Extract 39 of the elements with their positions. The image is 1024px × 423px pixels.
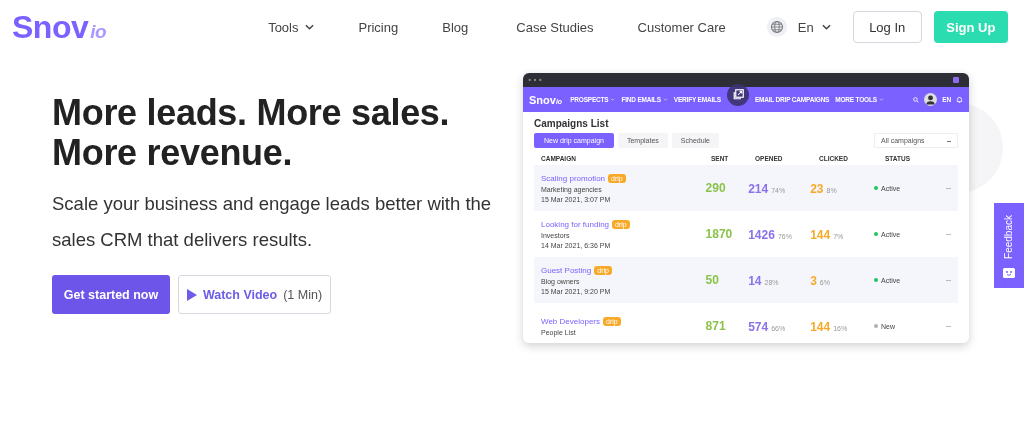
chevron-down-icon bbox=[821, 24, 831, 30]
opened-count: 14 bbox=[748, 274, 762, 288]
nav-link[interactable]: Tools bbox=[268, 19, 315, 35]
logo[interactable]: Snovio bbox=[12, 8, 107, 46]
login-button[interactable]: Log In bbox=[852, 11, 922, 43]
clicked-count: 144 bbox=[810, 320, 831, 334]
clicked-count: 23 bbox=[810, 182, 824, 196]
nav-link[interactable]: Blog bbox=[442, 19, 469, 35]
get-started-button[interactable]: Get started now bbox=[52, 275, 170, 314]
nav-link[interactable]: Customer Care bbox=[637, 19, 726, 35]
play-icon bbox=[186, 288, 197, 301]
nav-link[interactable]: Case Studies bbox=[516, 19, 594, 35]
watch-video-button[interactable]: Watch Video (1 Min) bbox=[178, 275, 331, 314]
search-icon[interactable] bbox=[913, 96, 920, 103]
chat-face-icon bbox=[1003, 267, 1015, 278]
window-dots-icon bbox=[528, 78, 542, 82]
avatar-icon[interactable] bbox=[924, 93, 938, 106]
clicked-count: 3 bbox=[810, 274, 817, 288]
nav-link[interactable]: Pricing bbox=[358, 19, 399, 35]
extension-icon bbox=[953, 77, 959, 83]
headline: More leads. More sales. More revenue. bbox=[52, 93, 451, 173]
bell-icon[interactable] bbox=[956, 96, 963, 103]
sent-count: 871 bbox=[705, 319, 727, 333]
clicked-count: 144 bbox=[810, 228, 831, 242]
opened-count: 574 bbox=[748, 320, 769, 334]
sent-count: 1870 bbox=[705, 227, 734, 241]
opened-count: 214 bbox=[748, 182, 769, 196]
sent-count: 290 bbox=[705, 181, 727, 195]
campaign-name[interactable]: Looking for funding bbox=[541, 219, 610, 229]
globe-icon bbox=[765, 16, 788, 38]
page-title: Campaigns List bbox=[534, 118, 610, 129]
opened-count: 1426 bbox=[748, 228, 775, 242]
subtitle: Scale your business and engage leads better with the sales CRM that delivers results. bbox=[52, 192, 493, 252]
feedback-tab[interactable]: Feedback bbox=[994, 203, 1024, 288]
campaign-name[interactable]: Guest Posting bbox=[541, 265, 592, 275]
campaign-name[interactable]: Web Developers bbox=[541, 316, 600, 326]
sent-count: 50 bbox=[705, 273, 720, 287]
campaign-name[interactable]: Scaling promotion bbox=[541, 173, 606, 183]
language-selector[interactable]: En bbox=[797, 19, 831, 35]
